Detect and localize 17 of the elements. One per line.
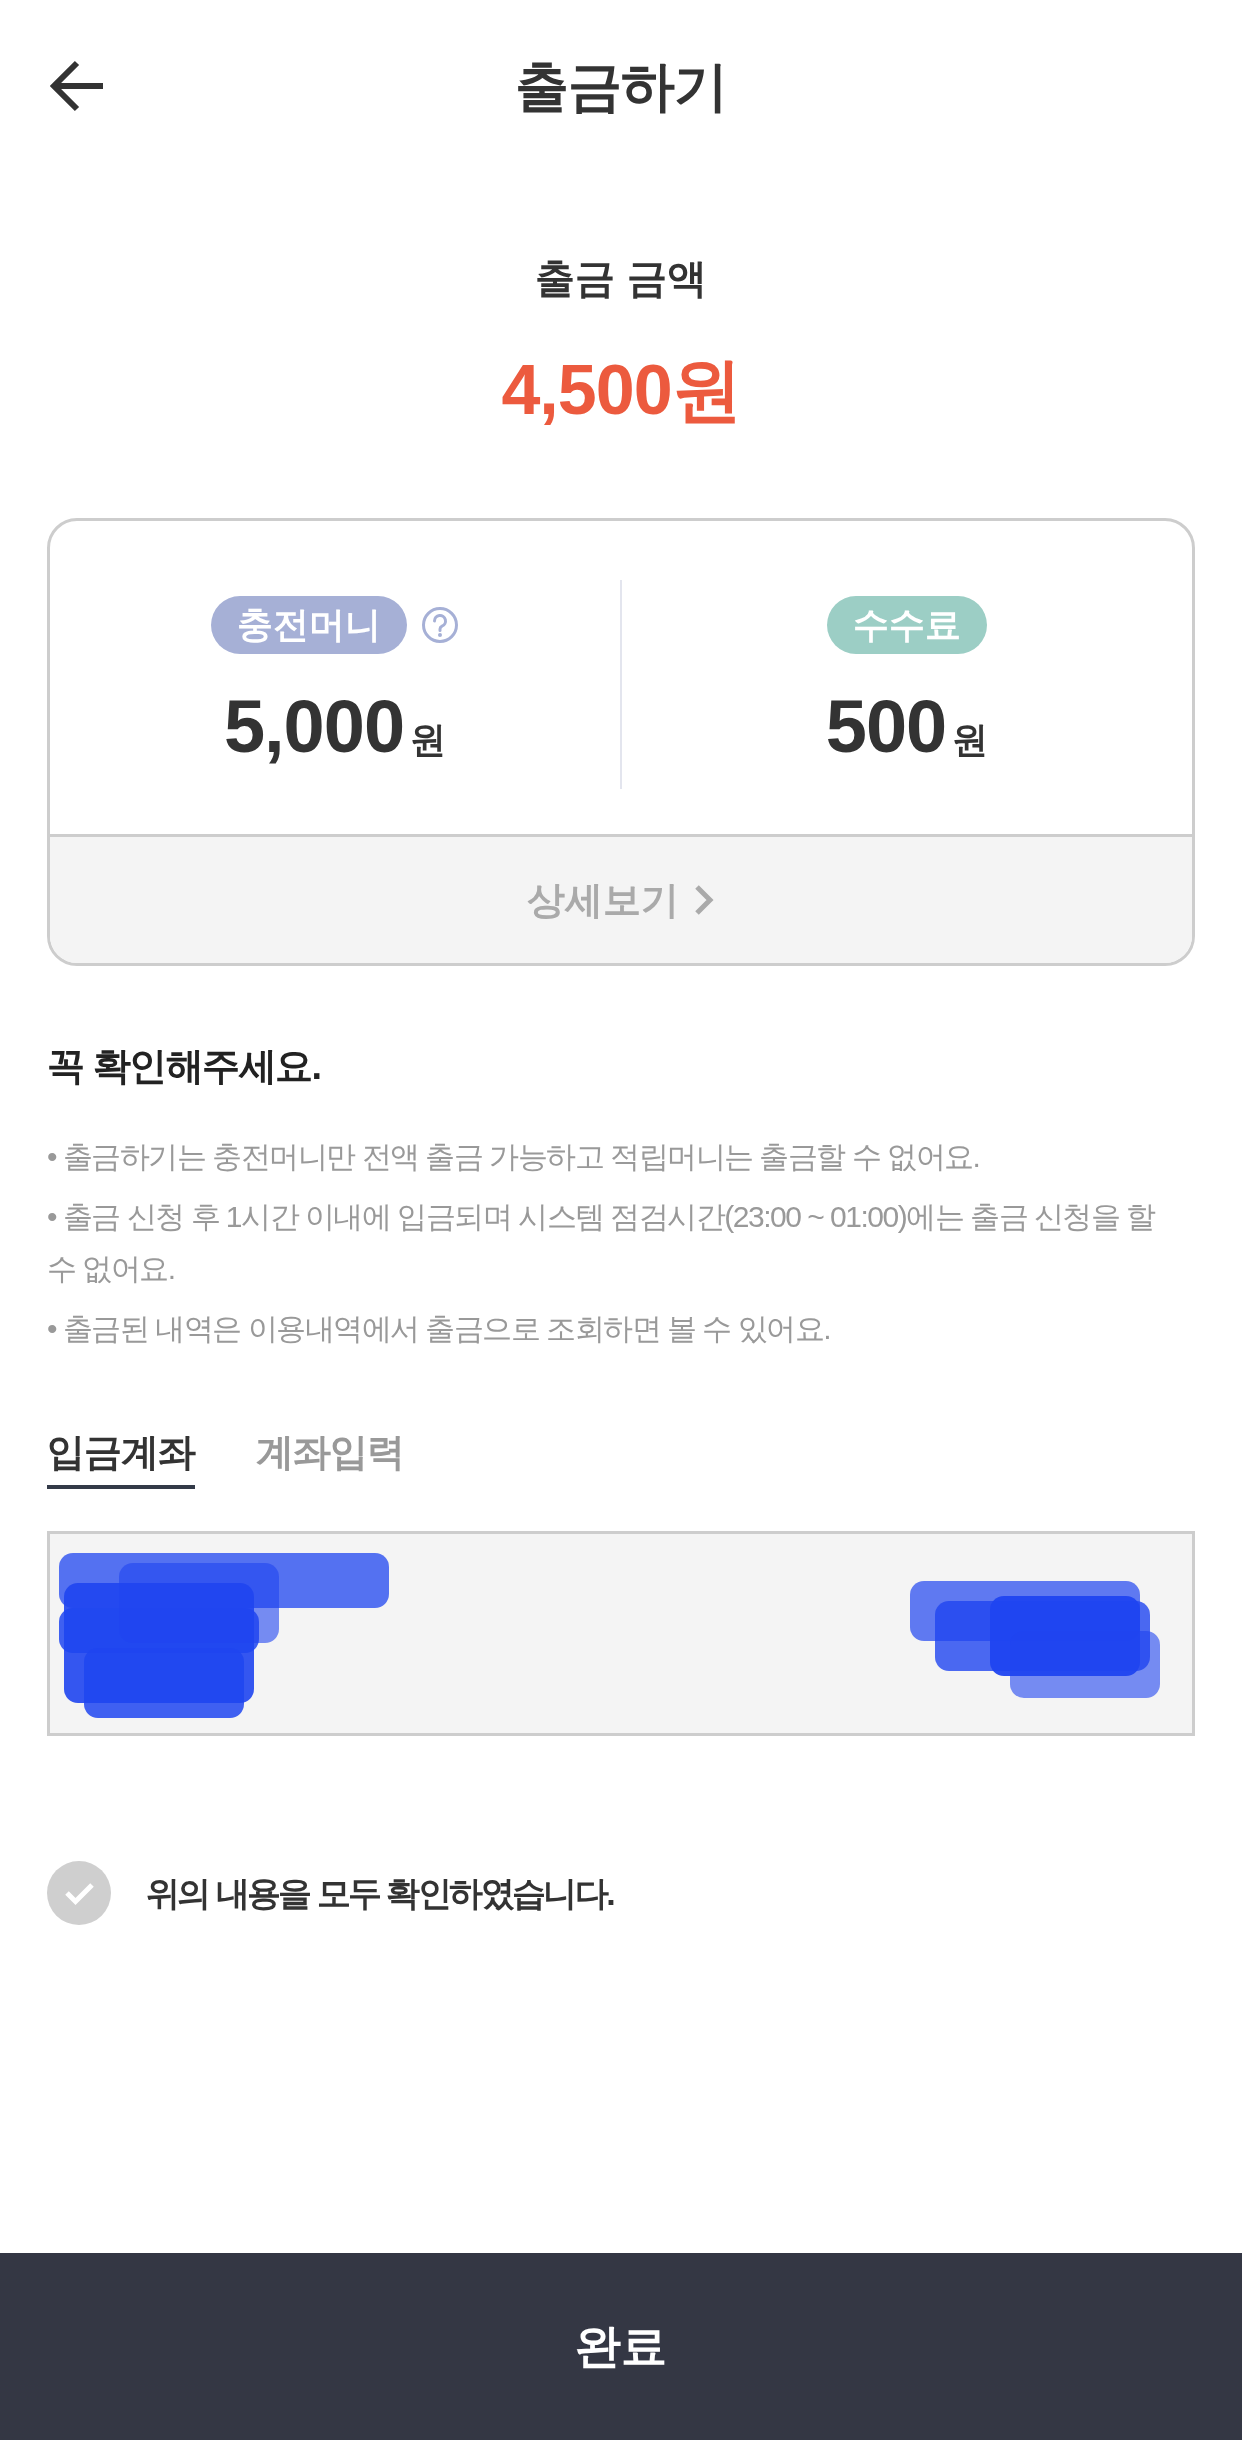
- complete-button[interactable]: 완료: [0, 2253, 1242, 2440]
- notice-text: • 출금된 내역은 이용내역에서 출금으로 조회하면 볼 수 있어요.: [47, 1311, 832, 1347]
- amount-value: 5,000 원: [223, 684, 447, 770]
- notice-title: 꼭 확인해주세요.: [47, 1044, 322, 1089]
- withdraw-amount-value: 4,500원: [501, 350, 741, 430]
- page-title: 출금하기: [515, 55, 727, 118]
- category-pill: 충전머니: [211, 596, 407, 654]
- category-pill: 수수료: [827, 596, 987, 654]
- agreement-label: 위의 내용을 모두 확인하였습니다.: [146, 1873, 613, 1914]
- amount-value: 500 원: [825, 684, 989, 770]
- notice-text: • 출금 신청 후 1시간 이내에 입금되며 시스템 점검시간(23:00 ~ 01:00)에는 출금 신청을 할 수 없어요.: [47, 1199, 1157, 1287]
- tab[interactable]: 입금계좌: [47, 1428, 195, 1489]
- chevron-right-icon: [693, 883, 715, 917]
- notice-text: • 출금하기는 충전머니만 전액 출금 가능하고 적립머니는 출금할 수 없어요.: [47, 1139, 981, 1175]
- withdraw-amount-label: 출금 금액: [534, 255, 708, 302]
- checkbox-circle[interactable]: [47, 1861, 111, 1925]
- account-field[interactable]: [47, 1531, 1195, 1736]
